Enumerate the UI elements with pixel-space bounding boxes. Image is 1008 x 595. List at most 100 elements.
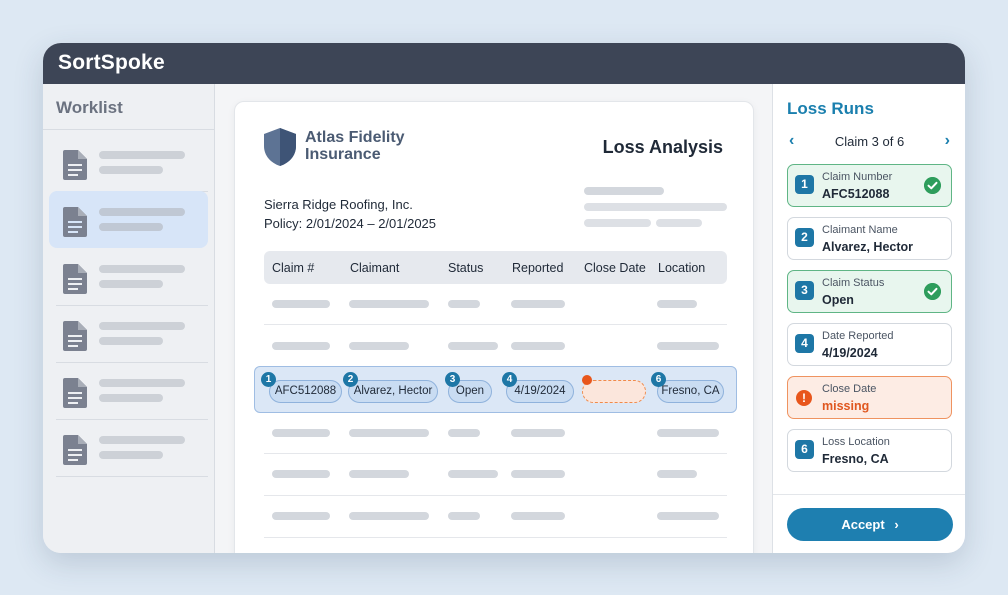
field-number-badge: 6	[795, 440, 814, 459]
company-name-line2: Insurance	[305, 146, 381, 163]
accept-button-label: Accept	[841, 517, 885, 532]
document-icon	[63, 207, 87, 237]
placeholder-bar	[657, 429, 719, 437]
field-badge-6: 6	[651, 372, 666, 387]
row-divider	[264, 453, 727, 454]
claim-navigator: ‹ Claim 3 of 6 ›	[773, 130, 965, 152]
company-name: Atlas Fidelity Insurance	[305, 129, 405, 163]
field-value: Alvarez, Hector	[822, 240, 914, 254]
highlighted-table-row[interactable]: AFC512088 Alvarez, Hector Open 4/19/2024…	[254, 366, 737, 413]
placeholder-bar	[448, 429, 480, 437]
placeholder-bar	[511, 300, 565, 308]
field-badge-1: 1	[261, 372, 276, 387]
document-icon	[63, 264, 87, 294]
field-value: AFC512088	[822, 187, 890, 201]
placeholder-bar	[657, 512, 719, 520]
shield-logo-icon	[264, 128, 296, 166]
field-number-badge: 3	[795, 281, 814, 300]
row-divider	[264, 537, 727, 538]
app-title: SortSpoke	[58, 51, 165, 74]
worklist-item[interactable]	[49, 362, 208, 420]
table-header: Claim # Claimant Status Reported Close D…	[264, 251, 727, 284]
chevron-right-icon: ›	[894, 517, 899, 532]
placeholder-bar	[657, 300, 697, 308]
placeholder-bar	[448, 512, 480, 520]
field-card-date-reported[interactable]: 4 Date Reported 4/19/2024	[787, 323, 952, 366]
placeholder-bar	[349, 300, 429, 308]
claim-number-chip[interactable]: AFC512088	[269, 380, 342, 403]
placeholder-bar	[511, 342, 565, 350]
placeholder-bar	[99, 223, 163, 231]
field-label: Close Date	[822, 383, 877, 395]
placeholder-bar	[448, 342, 498, 350]
document-icon	[63, 378, 87, 408]
worklist-item[interactable]	[49, 248, 208, 306]
placeholder-bar	[511, 512, 565, 520]
row-divider	[264, 495, 727, 496]
document-title: Loss Analysis	[602, 137, 723, 157]
alert-circle-icon: !	[796, 390, 812, 406]
row-divider	[264, 324, 727, 325]
document-page: Atlas Fidelity Insurance Loss Analysis S…	[234, 101, 754, 553]
loss-runs-panel: Loss Runs ‹ Claim 3 of 6 › 1 Claim Numbe…	[772, 84, 965, 553]
field-number-badge: 1	[795, 175, 814, 194]
placeholder-bar	[511, 470, 565, 478]
divider	[773, 494, 965, 495]
insured-name: Sierra Ridge Roofing, Inc.	[264, 197, 413, 212]
column-header-status: Status	[448, 261, 484, 275]
missing-indicator-dot	[582, 375, 592, 385]
field-label: Date Reported	[822, 330, 894, 342]
placeholder-bar	[272, 429, 330, 437]
field-label: Loss Location	[822, 436, 890, 448]
claim-counter: Claim 3 of 6	[834, 134, 905, 149]
field-card-close-date[interactable]: ! Close Date missing	[787, 376, 952, 419]
column-header-close-date: Close Date	[584, 261, 646, 275]
placeholder-bar	[584, 187, 664, 195]
field-value: 4/19/2024	[822, 346, 878, 360]
location-chip[interactable]: Fresno, CA	[657, 380, 724, 403]
reported-chip[interactable]: 4/19/2024	[506, 380, 574, 403]
placeholder-bar	[349, 512, 429, 520]
worklist-item[interactable]	[49, 305, 208, 363]
worklist-item[interactable]	[49, 419, 208, 477]
placeholder-bar	[272, 300, 330, 308]
field-badge-2: 2	[343, 372, 358, 387]
placeholder-bar	[99, 280, 163, 288]
field-card-loss-location[interactable]: 6 Loss Location Fresno, CA	[787, 429, 952, 472]
field-card-claim-status[interactable]: 3 Claim Status Open	[787, 270, 952, 313]
placeholder-bar	[657, 342, 719, 350]
worklist-title: Worklist	[56, 98, 123, 117]
field-label: Claim Number	[822, 171, 893, 183]
app-window: SortSpoke Worklist Atlas Fidelity Insura…	[43, 43, 965, 553]
policy-period: Policy: 2/01/2024 – 2/01/2025	[264, 216, 437, 231]
placeholder-bar	[656, 219, 702, 227]
placeholder-bar	[448, 470, 498, 478]
field-value-missing: missing	[822, 399, 870, 413]
field-number-badge: 2	[795, 228, 814, 247]
field-card-claim-number[interactable]: 1 Claim Number AFC512088	[787, 164, 952, 207]
placeholder-bar	[99, 322, 185, 330]
divider	[43, 129, 215, 130]
check-circle-icon	[924, 283, 941, 300]
placeholder-bar	[511, 429, 565, 437]
document-icon	[63, 150, 87, 180]
panel-title: Loss Runs	[787, 99, 874, 118]
divider	[56, 476, 208, 477]
close-date-missing-chip[interactable]	[582, 380, 646, 403]
worklist-item[interactable]	[49, 134, 208, 192]
placeholder-bar	[349, 429, 429, 437]
accept-button[interactable]: Accept ›	[787, 508, 953, 541]
field-badge-3: 3	[445, 372, 460, 387]
placeholder-bar	[349, 342, 409, 350]
claimant-chip[interactable]: Alvarez, Hector	[348, 380, 438, 403]
column-header-location: Location	[658, 261, 706, 275]
worklist-sidebar: Worklist	[43, 84, 215, 553]
field-label: Claimant Name	[822, 224, 898, 236]
placeholder-bar	[448, 300, 480, 308]
field-card-claimant-name[interactable]: 2 Claimant Name Alvarez, Hector	[787, 217, 952, 260]
field-value: Open	[822, 293, 854, 307]
chevron-right-icon[interactable]: ›	[945, 132, 950, 150]
field-badge-4: 4	[502, 372, 517, 387]
placeholder-bar	[272, 512, 330, 520]
worklist-item-selected[interactable]	[49, 191, 208, 248]
